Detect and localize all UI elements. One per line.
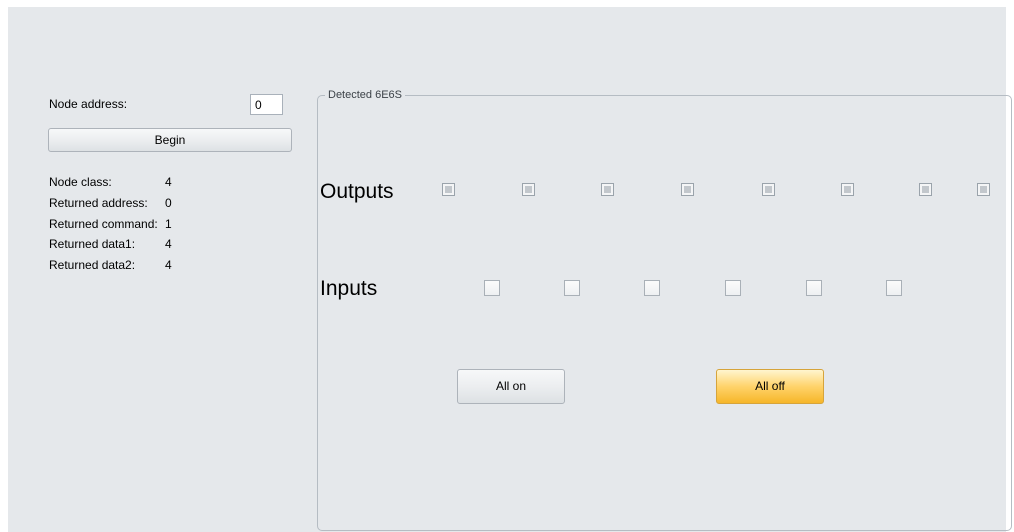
input-checkbox-2[interactable] <box>564 280 580 296</box>
returned-command-value: 1 <box>165 217 172 231</box>
output-checkbox-6[interactable] <box>841 183 854 196</box>
input-checkbox-3[interactable] <box>644 280 660 296</box>
begin-button[interactable]: Begin <box>48 128 292 152</box>
input-checkbox-6[interactable] <box>886 280 902 296</box>
all-off-button[interactable]: All off <box>716 369 824 404</box>
returned-data2-label: Returned data2: <box>49 258 136 272</box>
output-checkbox-1[interactable] <box>442 183 455 196</box>
output-checkbox-3[interactable] <box>601 183 614 196</box>
returned-command-label: Returned command: <box>49 217 158 231</box>
inputs-label: Inputs <box>320 277 378 300</box>
input-checkbox-4[interactable] <box>725 280 741 296</box>
output-checkbox-8[interactable] <box>977 183 990 196</box>
returned-data1-label: Returned data1: <box>49 237 136 251</box>
detected-device-group <box>317 95 1012 531</box>
node-class-value: 4 <box>165 175 172 189</box>
returned-address-value: 0 <box>165 196 172 210</box>
returned-data1-value: 4 <box>165 237 172 251</box>
all-on-button[interactable]: All on <box>457 369 565 404</box>
returned-data2-value: 4 <box>165 258 172 272</box>
input-checkbox-1[interactable] <box>484 280 500 296</box>
output-checkbox-4[interactable] <box>681 183 694 196</box>
node-address-label: Node address: <box>49 97 128 111</box>
input-checkbox-5[interactable] <box>806 280 822 296</box>
output-checkbox-2[interactable] <box>522 183 535 196</box>
output-checkbox-5[interactable] <box>762 183 775 196</box>
output-checkbox-7[interactable] <box>919 183 932 196</box>
group-title: Detected 6E6S <box>325 89 405 101</box>
outputs-label: Outputs <box>320 180 394 203</box>
returned-address-label: Returned address: <box>49 196 148 210</box>
node-class-label: Node class: <box>49 175 112 189</box>
node-address-input[interactable] <box>250 94 283 115</box>
